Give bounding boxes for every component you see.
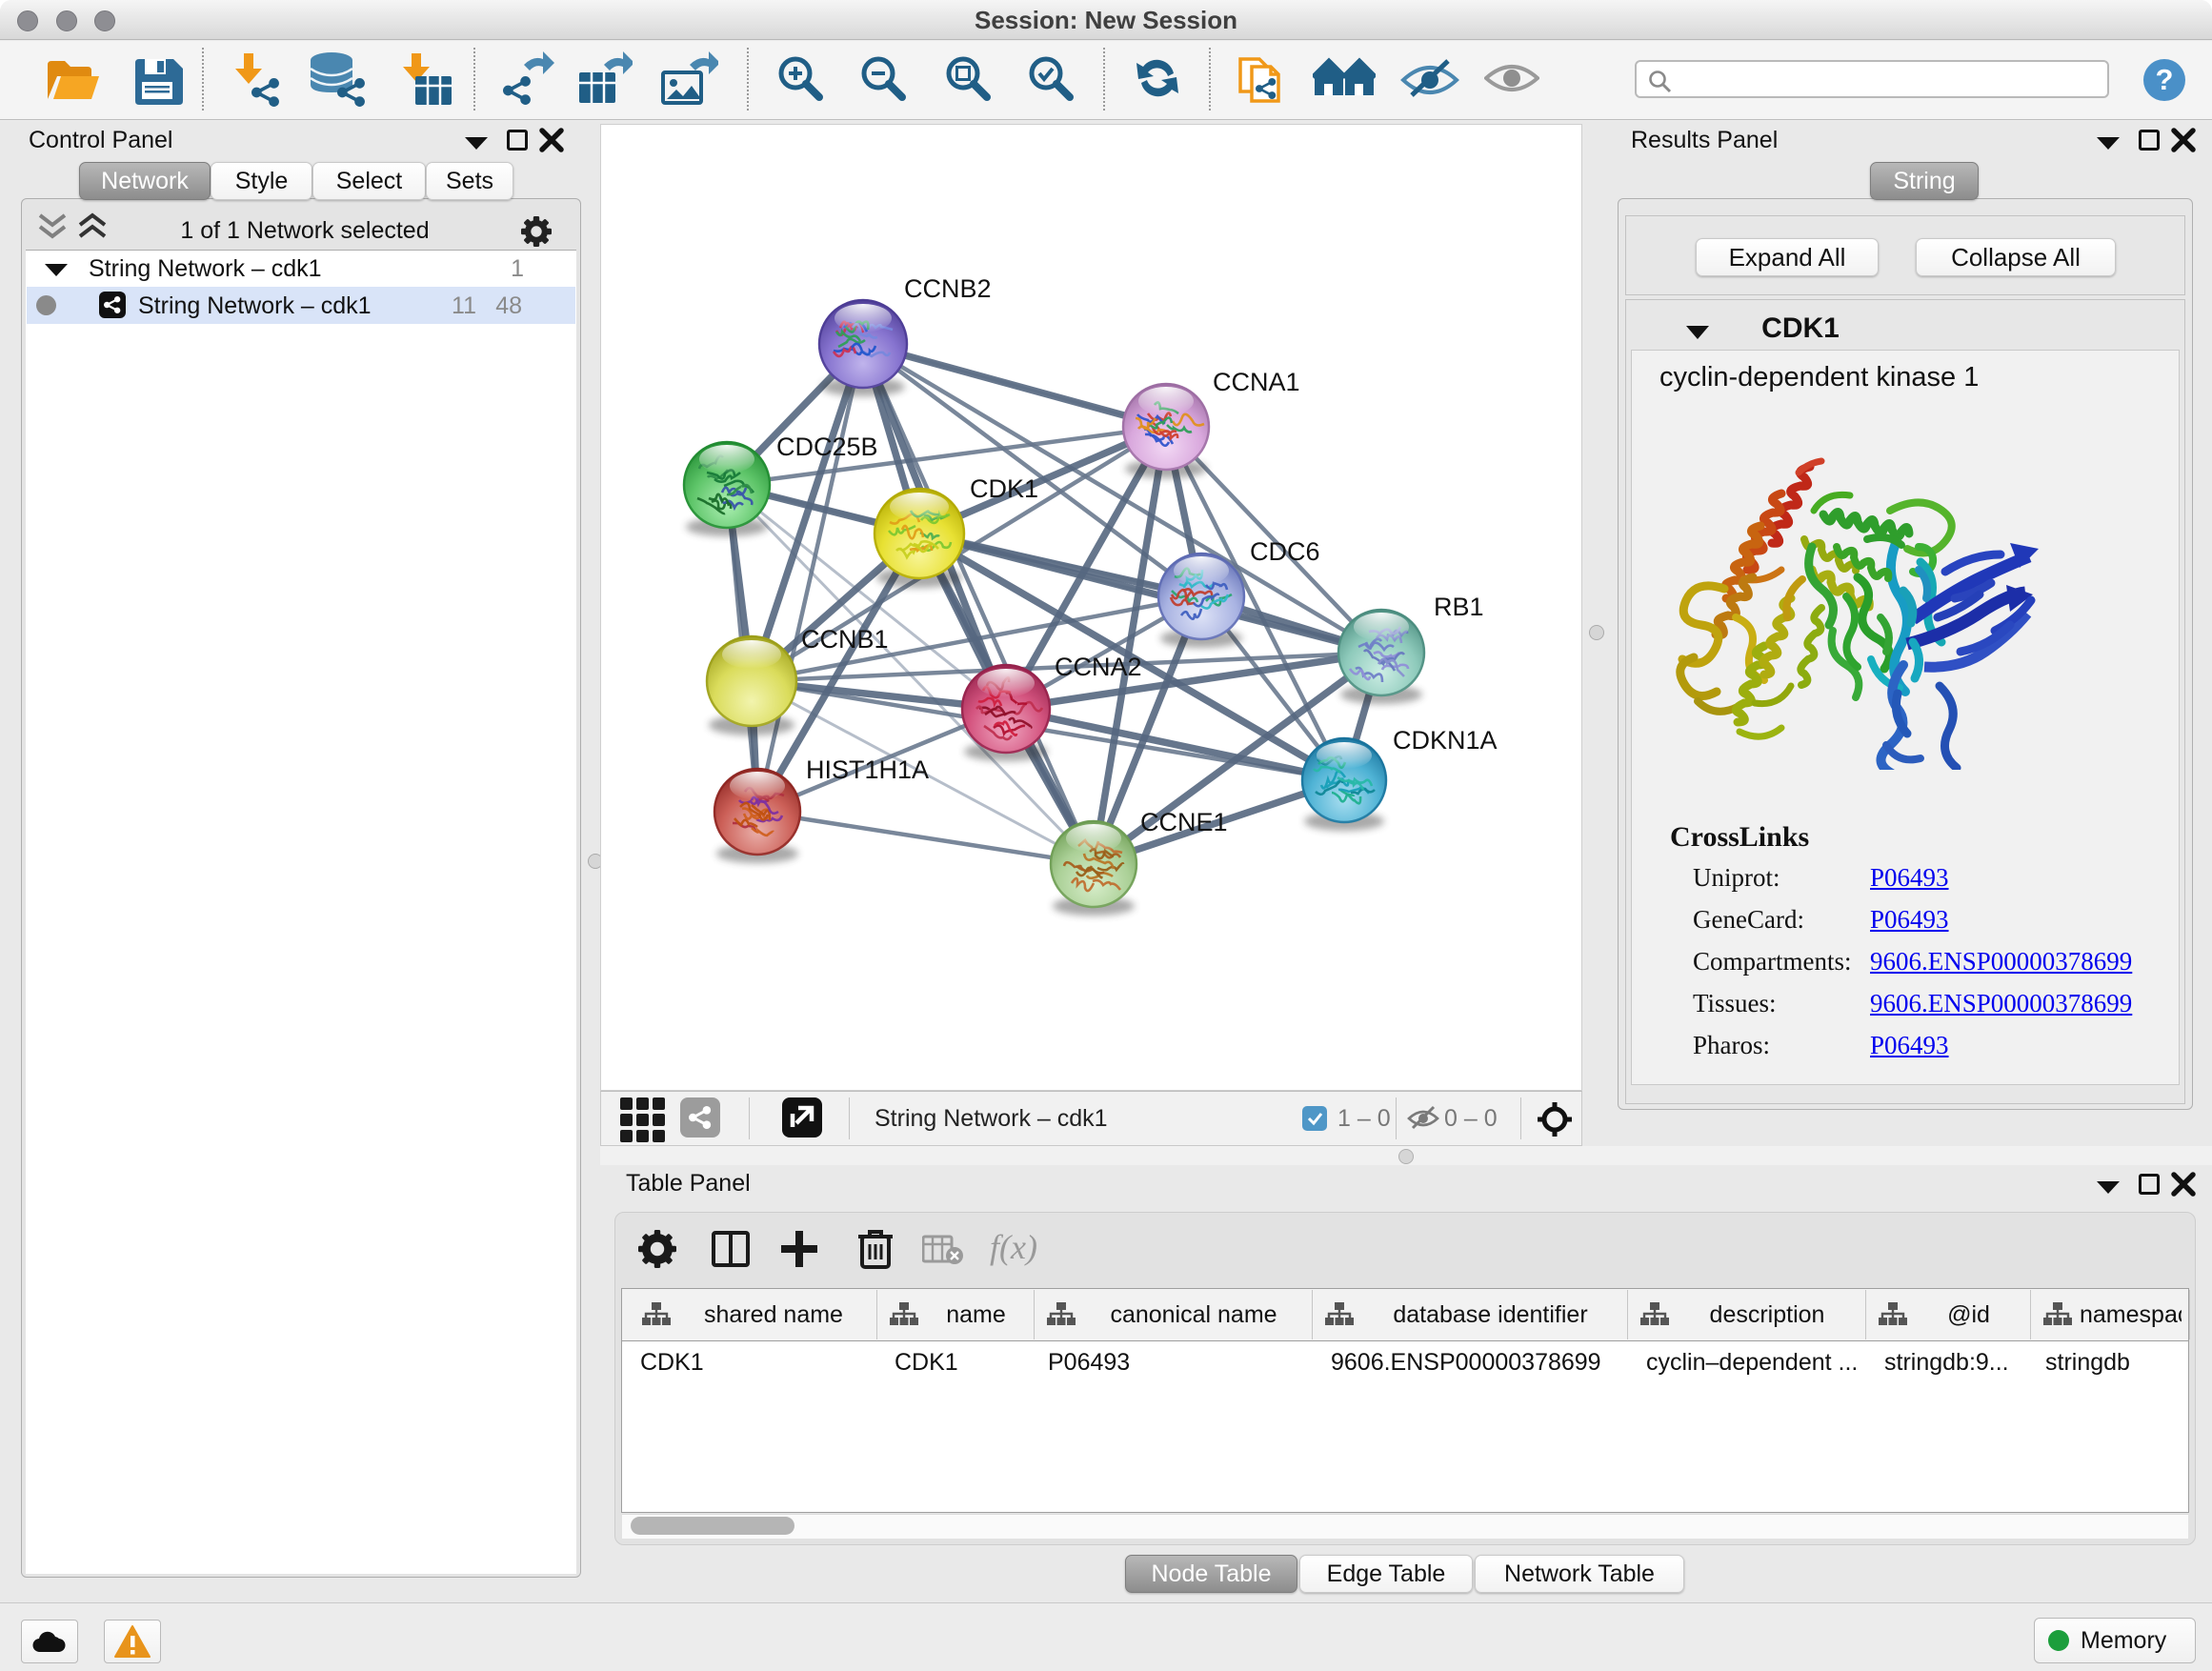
- svg-text:CDC6: CDC6: [1250, 537, 1320, 566]
- svg-text:CCNA2: CCNA2: [1055, 653, 1142, 681]
- svg-text:CCNE1: CCNE1: [1140, 808, 1228, 836]
- svg-text:CDK1: CDK1: [970, 474, 1038, 503]
- svg-text:RB1: RB1: [1434, 593, 1484, 621]
- svg-text:CCNA1: CCNA1: [1213, 368, 1300, 396]
- svg-text:CCNB2: CCNB2: [904, 274, 992, 303]
- svg-text:CCNB1: CCNB1: [801, 625, 889, 654]
- svg-text:CDKN1A: CDKN1A: [1393, 726, 1498, 755]
- svg-text:HIST1H1A: HIST1H1A: [806, 755, 929, 784]
- svg-text:CDC25B: CDC25B: [776, 433, 878, 461]
